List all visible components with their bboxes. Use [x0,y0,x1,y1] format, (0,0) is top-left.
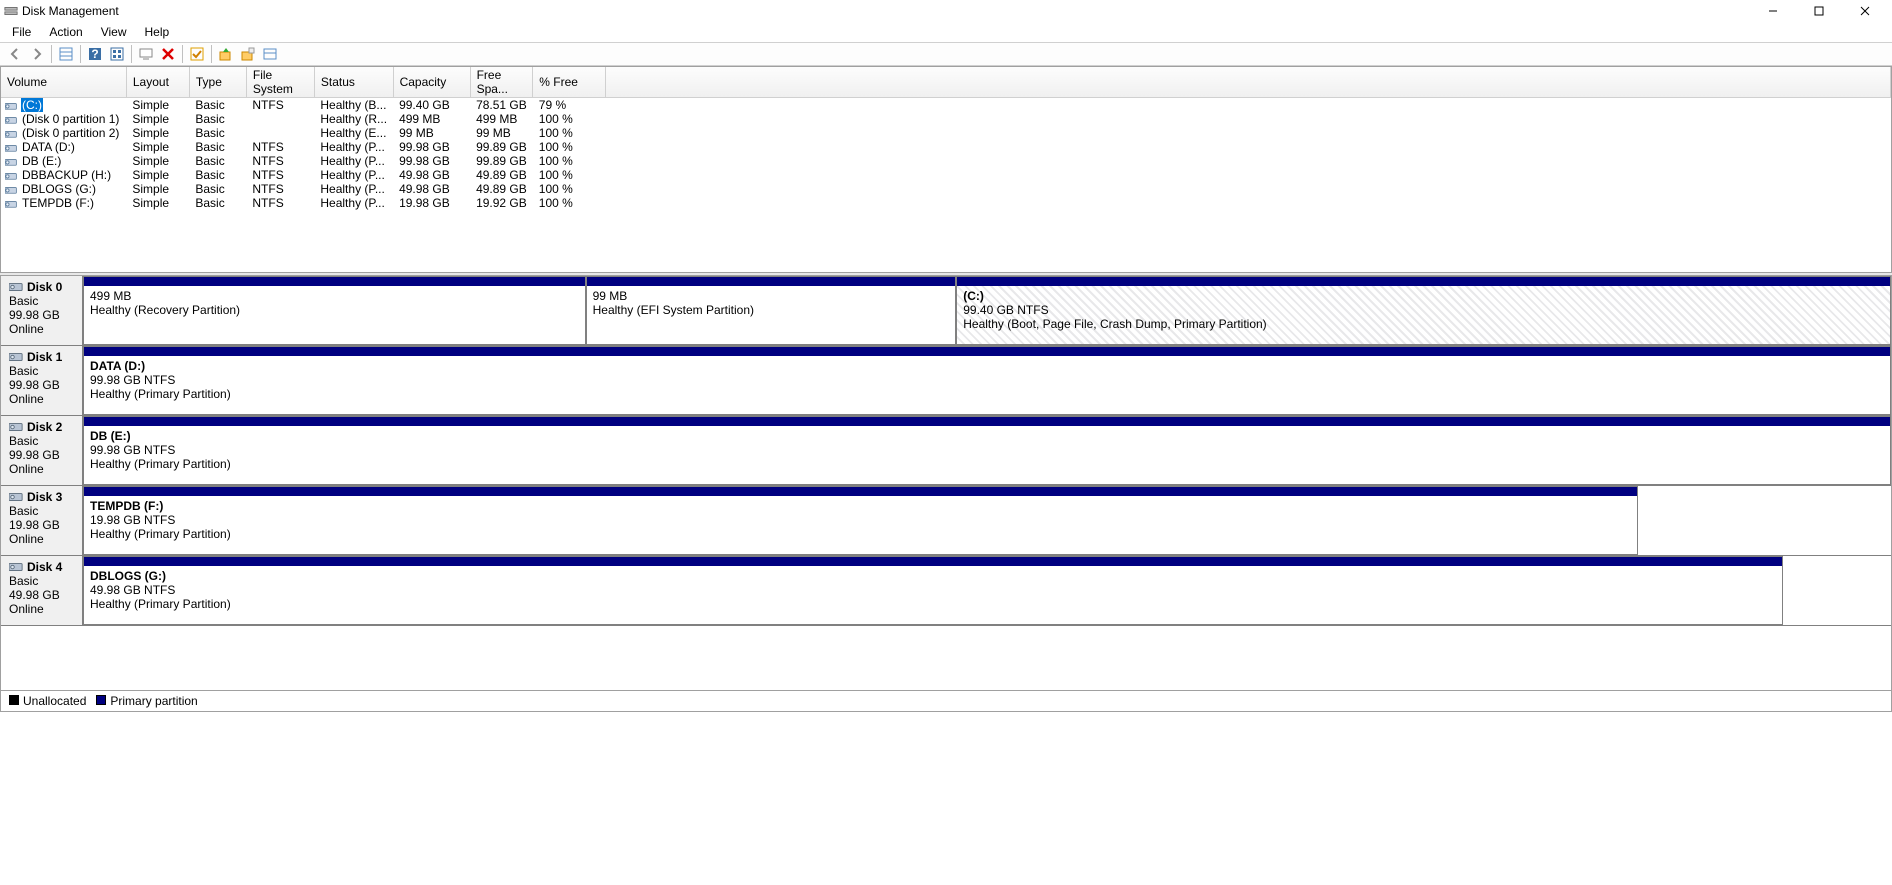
disk-graph: DATA (D:)99.98 GB NTFSHealthy (Primary P… [83,346,1891,415]
partition[interactable]: DB (E:)99.98 GB NTFSHealthy (Primary Par… [83,416,1891,485]
column-header[interactable]: % Free [533,67,606,98]
settings-button[interactable] [135,43,157,65]
menu-file[interactable]: File [4,23,39,41]
disk-graph: TEMPDB (F:)19.98 GB NTFSHealthy (Primary… [83,486,1891,555]
partition[interactable]: DATA (D:)99.98 GB NTFSHealthy (Primary P… [83,346,1891,415]
app-icon [4,4,18,18]
back-button[interactable] [4,43,26,65]
titlebar: Disk Management [0,0,1892,22]
refresh-button[interactable] [106,43,128,65]
menubar: File Action View Help [0,22,1892,42]
delete-button[interactable] [157,43,179,65]
partition[interactable]: TEMPDB (F:)19.98 GB NTFSHealthy (Primary… [83,486,1638,555]
column-header[interactable]: Capacity [393,67,470,98]
disk-label: Disk 4Basic49.98 GBOnline [1,556,83,625]
menu-action[interactable]: Action [41,23,90,41]
partition-bar [84,557,1782,566]
action1-button[interactable] [215,43,237,65]
action2-button[interactable] [237,43,259,65]
disk-label: Disk 0Basic99.98 GBOnline [1,276,83,345]
partition-bar [84,487,1637,496]
disk-row[interactable]: Disk 4Basic49.98 GBOnlineDBLOGS (G:)49.9… [1,556,1891,626]
partition-bar [84,417,1890,426]
svg-text:?: ? [91,47,98,61]
column-header[interactable]: Volume [1,67,126,98]
disk-graphical-pane[interactable]: Disk 0Basic99.98 GBOnline499 MBHealthy (… [0,276,1892,690]
column-header[interactable]: Free Spa... [470,67,533,98]
partition-bar [587,277,956,286]
table-row[interactable]: DB (E:)SimpleBasicNTFSHealthy (P...99.98… [1,154,1891,168]
close-button[interactable] [1842,0,1888,22]
table-row[interactable]: (Disk 0 partition 1)SimpleBasicHealthy (… [1,112,1891,126]
disk-graph: DBLOGS (G:)49.98 GB NTFSHealthy (Primary… [83,556,1891,625]
maximize-button[interactable] [1796,0,1842,22]
partition-bar [957,277,1890,286]
help-button[interactable]: ? [84,43,106,65]
menu-help[interactable]: Help [137,23,178,41]
disk-label: Disk 1Basic99.98 GBOnline [1,346,83,415]
checkmark-button[interactable] [186,43,208,65]
partition[interactable]: (C:)99.40 GB NTFSHealthy (Boot, Page Fil… [956,276,1891,345]
forward-button[interactable] [26,43,48,65]
table-row[interactable]: DATA (D:)SimpleBasicNTFSHealthy (P...99.… [1,140,1891,154]
show-hide-tree-button[interactable] [55,43,77,65]
legend: Unallocated Primary partition [0,690,1892,712]
disk-row[interactable]: Disk 3Basic19.98 GBOnlineTEMPDB (F:)19.9… [1,486,1891,556]
volume-table[interactable]: VolumeLayoutTypeFile SystemStatusCapacit… [1,67,1891,210]
table-row[interactable]: TEMPDB (F:)SimpleBasicNTFSHealthy (P...1… [1,196,1891,210]
action3-button[interactable] [259,43,281,65]
table-row[interactable]: DBLOGS (G:)SimpleBasicNTFSHealthy (P...4… [1,182,1891,196]
minimize-button[interactable] [1750,0,1796,22]
partition-bar [84,277,585,286]
column-header[interactable]: File System [246,67,314,98]
partition[interactable]: 499 MBHealthy (Recovery Partition) [83,276,586,345]
table-row[interactable]: (C:)SimpleBasicNTFSHealthy (B...99.40 GB… [1,98,1891,113]
table-row[interactable]: (Disk 0 partition 2)SimpleBasicHealthy (… [1,126,1891,140]
column-header[interactable]: Type [189,67,246,98]
disk-label: Disk 3Basic19.98 GBOnline [1,486,83,555]
window-title: Disk Management [22,4,1750,18]
partition[interactable]: 99 MBHealthy (EFI System Partition) [586,276,957,345]
legend-primary: Primary partition [96,694,197,708]
column-header[interactable]: Layout [126,67,189,98]
disk-graph: DB (E:)99.98 GB NTFSHealthy (Primary Par… [83,416,1891,485]
legend-unallocated: Unallocated [9,694,86,708]
column-header[interactable]: Status [314,67,393,98]
disk-graph: 499 MBHealthy (Recovery Partition)99 MBH… [83,276,1891,345]
volume-list-pane[interactable]: VolumeLayoutTypeFile SystemStatusCapacit… [0,66,1892,272]
disk-label: Disk 2Basic99.98 GBOnline [1,416,83,485]
toolbar: ? [0,42,1892,66]
menu-view[interactable]: View [93,23,135,41]
partition[interactable]: DBLOGS (G:)49.98 GB NTFSHealthy (Primary… [83,556,1783,625]
disk-row[interactable]: Disk 1Basic99.98 GBOnlineDATA (D:)99.98 … [1,346,1891,416]
table-row[interactable]: DBBACKUP (H:)SimpleBasicNTFSHealthy (P..… [1,168,1891,182]
disk-row[interactable]: Disk 0Basic99.98 GBOnline499 MBHealthy (… [1,276,1891,346]
partition-bar [84,347,1890,356]
disk-row[interactable]: Disk 2Basic99.98 GBOnlineDB (E:)99.98 GB… [1,416,1891,486]
